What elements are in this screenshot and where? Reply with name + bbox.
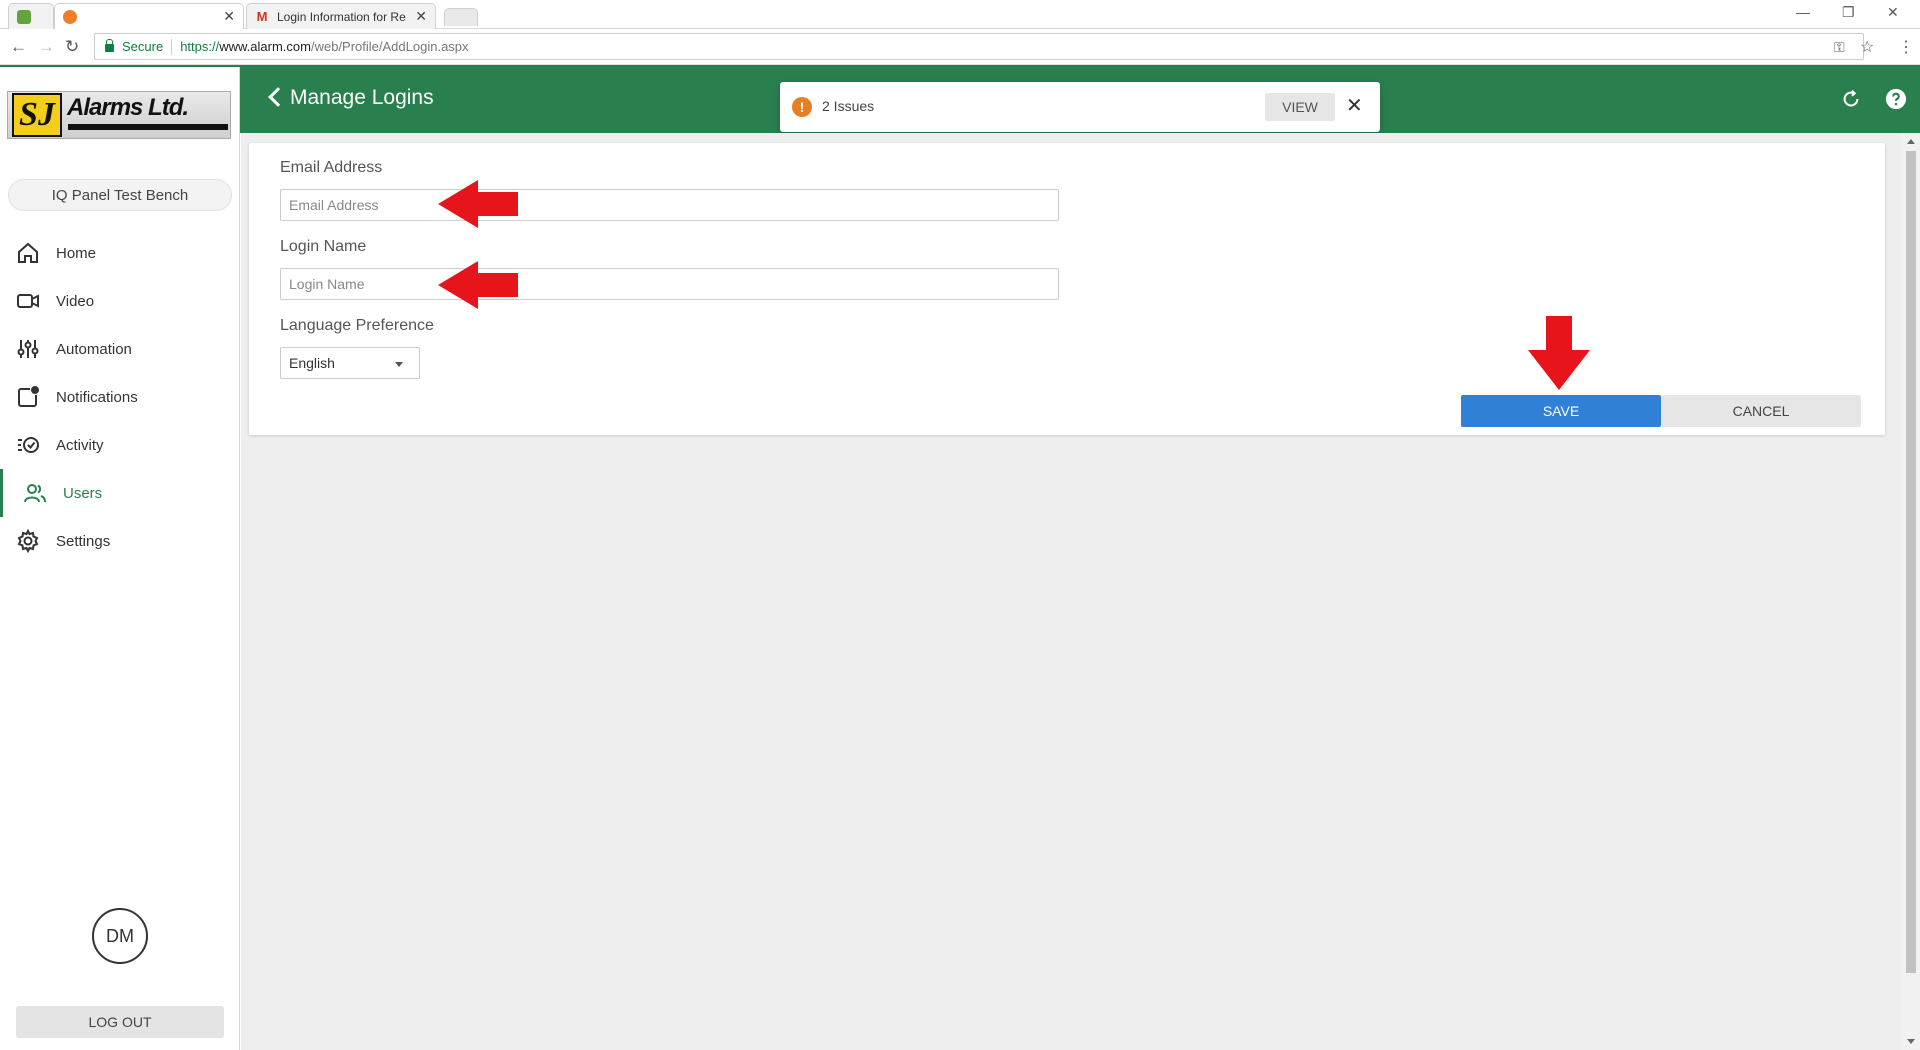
sidebar-item-notifications[interactable]: Notifications	[0, 373, 240, 421]
divider	[171, 38, 173, 55]
back-arrow-icon[interactable]: ←	[10, 37, 27, 57]
sidebar-item-label: Settings	[56, 532, 111, 550]
save-button[interactable]: SAVE	[1461, 395, 1661, 427]
key-icon[interactable]: ⚿	[1834, 39, 1845, 56]
browser-tab-2[interactable]: ✕	[54, 3, 244, 29]
new-tab-button[interactable]	[444, 8, 478, 26]
sidebar-item-label: Activity	[56, 436, 104, 454]
minimize-icon[interactable]: —	[1796, 4, 1810, 20]
restore-icon[interactable]: ❐	[1842, 4, 1855, 21]
gear-icon	[17, 529, 39, 553]
login-name-field[interactable]	[280, 268, 1059, 300]
warning-icon: !	[792, 97, 812, 117]
cancel-button[interactable]: CANCEL	[1661, 395, 1861, 427]
url-host: www.alarm.com	[219, 39, 311, 54]
browser-tab-1[interactable]	[8, 3, 54, 29]
sidebar-item-automation[interactable]: Automation	[0, 325, 240, 373]
activity-icon	[18, 437, 39, 453]
logo-tagline	[68, 124, 228, 130]
menu-dots-icon[interactable]: ⋮	[1898, 37, 1914, 57]
view-issues-button[interactable]: VIEW	[1265, 93, 1335, 121]
close-icon[interactable]: ✕	[1346, 95, 1363, 117]
avatar[interactable]: DM	[92, 908, 148, 964]
sidebar-item-label: Video	[56, 292, 95, 310]
login-name-label: Login Name	[280, 238, 367, 255]
company-logo[interactable]: SJ Alarms Ltd.	[7, 91, 231, 139]
address-bar-row: ← → ↻ Secure https:// www.alarm.com /web…	[0, 29, 1920, 65]
close-tab-icon[interactable]: ✕	[223, 8, 235, 25]
email-field[interactable]	[280, 189, 1059, 221]
sidebar-item-activity[interactable]: Activity	[0, 421, 240, 469]
sidebar-item-home[interactable]: Home	[0, 229, 240, 277]
forward-arrow-icon[interactable]: →	[38, 37, 55, 57]
sidebar-item-label: Automation	[56, 340, 132, 358]
close-tab-icon[interactable]: ✕	[415, 8, 427, 25]
sidebar-item-settings[interactable]: Settings	[0, 517, 240, 565]
notifications-icon	[18, 386, 39, 407]
gmail-favicon-icon: M	[256, 8, 268, 24]
scroll-down-icon[interactable]	[1907, 1039, 1915, 1044]
sidebar-item-users[interactable]: Users	[0, 469, 240, 517]
panel-selector[interactable]: IQ Panel Test Bench	[8, 179, 232, 211]
help-icon[interactable]	[1885, 88, 1907, 110]
url-scheme: https://	[180, 39, 220, 54]
browser-tabstrip: ✕ M Login Information for Re ✕ — ❐ ✕	[0, 0, 1920, 29]
email-label: Email Address	[280, 159, 383, 176]
refresh-icon[interactable]	[1840, 88, 1862, 110]
star-icon[interactable]: ☆	[1860, 37, 1874, 57]
scroll-thumb[interactable]	[1906, 151, 1916, 973]
page-favicon-icon	[17, 9, 31, 24]
url-field[interactable]: Secure https:// www.alarm.com /web/Profi…	[94, 33, 1864, 60]
logout-button[interactable]: LOG OUT	[16, 1006, 224, 1038]
browser-tab-3[interactable]: M Login Information for Re ✕	[246, 3, 436, 29]
chevron-down-icon	[395, 362, 403, 367]
language-label: Language Preference	[280, 317, 434, 334]
sidebar-item-video[interactable]: Video	[0, 277, 240, 325]
logo-name: Alarms Ltd.	[67, 94, 189, 121]
issues-banner: ! 2 Issues VIEW ✕	[780, 82, 1380, 132]
close-window-icon[interactable]: ✕	[1887, 4, 1899, 21]
tab-title: Login Information for Re	[277, 9, 406, 24]
url-path: /web/Profile/AddLogin.aspx	[310, 39, 469, 54]
annotation-arrow-left-icon	[438, 180, 518, 228]
scroll-up-icon[interactable]	[1907, 139, 1915, 144]
reload-icon[interactable]: ↻	[65, 37, 79, 57]
sidebar: SJ Alarms Ltd. IQ Panel Test Bench Home …	[0, 67, 240, 1050]
sidebar-item-label: Users	[63, 484, 103, 502]
home-icon	[18, 242, 38, 263]
logo-mark: SJ	[12, 93, 62, 137]
vertical-scrollbar[interactable]	[1902, 133, 1920, 1050]
sidebar-nav: Home Video Automation Notifications Acti…	[0, 229, 240, 565]
language-selected-value: English	[289, 355, 335, 371]
sidebar-item-label: Notifications	[56, 388, 138, 406]
language-select[interactable]: English	[280, 347, 420, 379]
sidebar-item-label: Home	[56, 244, 97, 262]
users-icon	[24, 484, 46, 503]
issues-count: 2 Issues	[822, 98, 875, 114]
lock-icon	[105, 38, 114, 52]
annotation-arrow-left-icon	[438, 261, 518, 309]
video-icon	[17, 294, 39, 308]
annotation-arrow-down-icon	[1528, 316, 1590, 390]
alarm-favicon-icon	[63, 9, 77, 24]
page-title: Manage Logins	[290, 86, 434, 109]
secure-label: Secure	[122, 39, 164, 54]
automation-icon	[17, 340, 39, 358]
